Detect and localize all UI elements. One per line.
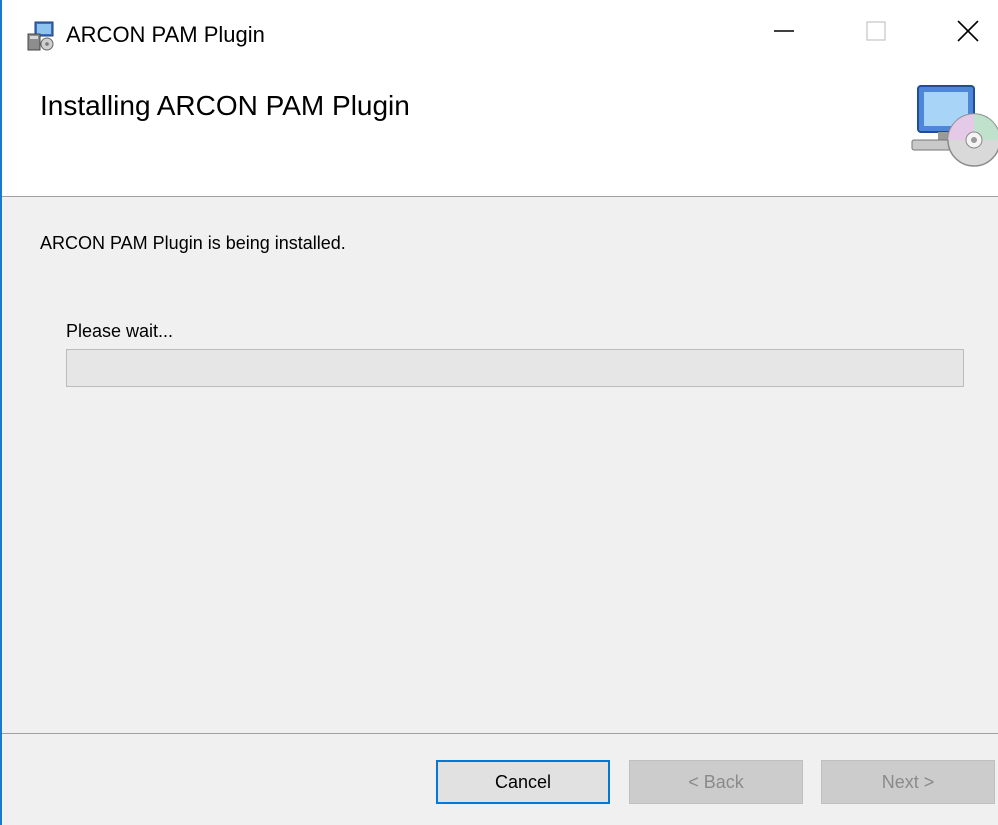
window-title: ARCON PAM Plugin bbox=[66, 22, 265, 47]
minimize-icon bbox=[773, 20, 795, 47]
title-bar[interactable]: ARCON PAM Plugin bbox=[2, 0, 998, 66]
next-button[interactable]: Next > bbox=[821, 760, 995, 804]
computer-disc-icon bbox=[908, 84, 998, 172]
minimize-button[interactable] bbox=[738, 0, 830, 66]
header-title: Installing ARCON PAM Plugin bbox=[40, 90, 410, 121]
installer-footer: Cancel < Back Next > bbox=[2, 733, 998, 825]
cancel-button[interactable]: Cancel bbox=[436, 760, 610, 804]
installer-body: ARCON PAM Plugin is being installed. Ple… bbox=[2, 197, 998, 733]
installer-header: Installing ARCON PAM Plugin bbox=[2, 66, 998, 197]
please-wait-label: Please wait... bbox=[66, 321, 174, 341]
maximize-icon bbox=[865, 20, 887, 47]
maximize-button[interactable] bbox=[830, 0, 922, 66]
back-button[interactable]: < Back bbox=[629, 760, 803, 804]
install-status-text: ARCON PAM Plugin is being installed. bbox=[40, 233, 346, 253]
close-icon bbox=[956, 19, 980, 48]
installer-window: ARCON PAM Plugin Installing ARCON PAM Pl… bbox=[0, 0, 998, 825]
installer-app-icon bbox=[25, 20, 57, 52]
install-progress-bar bbox=[66, 349, 964, 387]
close-button[interactable] bbox=[922, 0, 998, 66]
